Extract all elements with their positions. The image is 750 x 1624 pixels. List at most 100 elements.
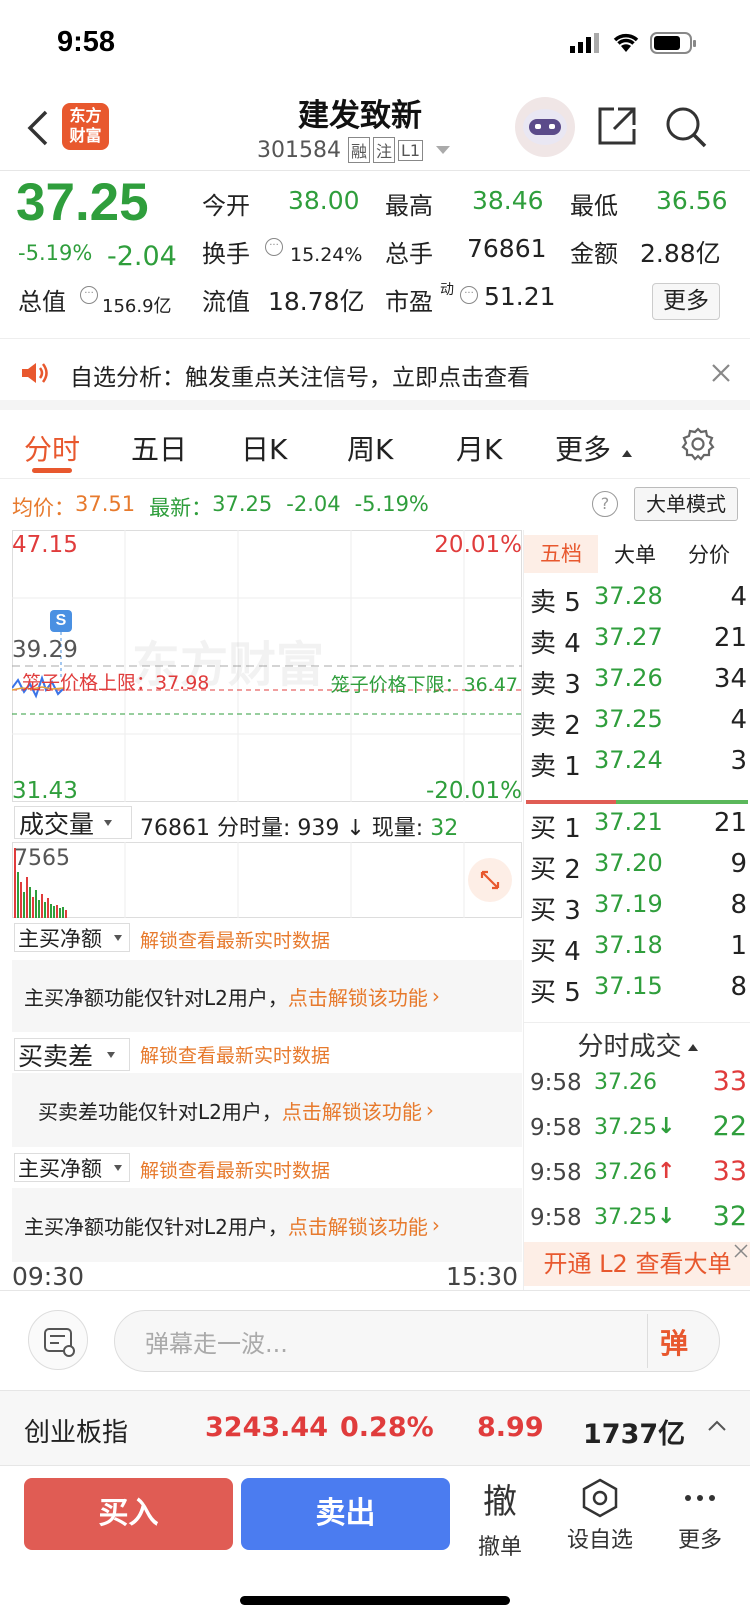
help-icon[interactable]: ? <box>592 491 618 517</box>
l2-banner[interactable]: 开通 L2 查看大单 <box>524 1242 750 1286</box>
divider <box>0 1290 750 1291</box>
float-label: 流值 <box>202 288 250 316</box>
add-watchlist-button[interactable]: 设自选 <box>560 1478 640 1554</box>
tab-month-k[interactable]: 月K <box>456 428 502 468</box>
panel-dropdown[interactable]: 主买净额 <box>14 1153 130 1182</box>
panel-message-box[interactable]: 主买净额功能仅针对L2用户， 点击解锁该功能 › <box>12 1188 522 1262</box>
s-marker[interactable]: S <box>50 610 72 632</box>
total-value: 156.9亿 <box>102 296 172 317</box>
info-icon[interactable]: ··· <box>460 286 478 304</box>
panel-dropdown[interactable]: 主买净额 <box>14 923 130 952</box>
expand-icon[interactable] <box>468 858 512 902</box>
l2-banner-close-icon[interactable] <box>732 1242 750 1260</box>
stock-title: 建发致新 <box>298 98 422 134</box>
trades-title[interactable]: 分时成交 <box>524 1026 750 1063</box>
big-order-mode-button[interactable]: 大单模式 <box>634 487 738 521</box>
back-icon[interactable] <box>22 108 52 148</box>
settings-gear-icon[interactable] <box>680 426 716 462</box>
buy-level-price: 37.20 <box>594 849 663 877</box>
danmu-input[interactable]: 弹幕走一波... <box>114 1310 720 1372</box>
trade-direction-icon: ↓ <box>657 1114 676 1139</box>
robot-avatar[interactable] <box>515 97 575 157</box>
trade-row: 9:58 37.25 ↓ 32 <box>524 1199 750 1239</box>
buy-level-row[interactable]: 买 3 37.19 8 <box>524 886 750 926</box>
trade-time: 9:58 <box>530 1160 582 1186</box>
watchlist-hexagon-icon <box>582 1478 618 1518</box>
tab-five-levels[interactable]: 五档 <box>524 535 598 573</box>
panel-unlock-hint[interactable]: 解锁查看最新实时数据 <box>140 926 330 953</box>
panel-unlock-hint[interactable]: 解锁查看最新实时数据 <box>140 1156 330 1183</box>
pe-value: 51.21 <box>484 282 556 311</box>
more-button[interactable]: 更多 <box>652 283 720 320</box>
danmu-placeholder: 弹幕走一波... <box>145 1329 288 1358</box>
trade-time: 9:58 <box>530 1205 582 1231</box>
buy-level-price: 37.15 <box>594 972 663 1000</box>
panel-unlock-link[interactable]: 点击解锁该功能 <box>282 1096 422 1125</box>
panel-dropdown-label: 买卖差 <box>18 1041 94 1071</box>
tab-price-breakdown[interactable]: 分价 <box>672 539 746 569</box>
tab-five-day[interactable]: 五日 <box>131 428 187 468</box>
sell-level-row[interactable]: 卖 3 37.26 34 <box>524 660 750 700</box>
last-price: 37.25 <box>16 173 149 232</box>
latest-value: 37.25 <box>212 492 273 516</box>
panel-message-box[interactable]: 买卖差功能仅针对L2用户， 点击解锁该功能 › <box>12 1073 522 1147</box>
logo-text-1: 东方 <box>69 106 102 125</box>
buy-level-row[interactable]: 买 5 37.15 8 <box>524 968 750 1008</box>
open-value: 38.00 <box>288 186 360 215</box>
sell-level-volume: 3 <box>730 746 747 776</box>
info-icon[interactable]: ··· <box>80 286 98 304</box>
sell-level-row[interactable]: 卖 2 37.25 4 <box>524 701 750 741</box>
chart-top-price: 47.15 <box>12 532 78 558</box>
divider <box>524 1022 750 1023</box>
buy-level-price: 37.19 <box>594 890 663 918</box>
buy-level-row[interactable]: 买 2 37.20 9 <box>524 845 750 885</box>
panel-unlock-hint[interactable]: 解锁查看最新实时数据 <box>140 1041 330 1068</box>
close-icon[interactable] <box>710 362 732 384</box>
change-amount: -2.04 <box>107 241 177 272</box>
index-amount: 1737亿 <box>583 1419 686 1450</box>
sell-level-volume: 4 <box>730 705 747 735</box>
home-indicator[interactable] <box>240 1596 510 1605</box>
intraday-chart[interactable]: S 东方财富 47.15 20.01% 39.29 笼子价格上限：37.98 笼… <box>12 530 522 804</box>
dropdown-arrow-icon[interactable] <box>436 146 451 154</box>
latest-pct: -5.19% <box>354 492 429 516</box>
trade-price: 37.25 <box>594 1205 657 1230</box>
tab-more[interactable]: 更多 <box>555 428 611 468</box>
volume-dropdown[interactable]: 成交量 <box>14 806 132 839</box>
danmu-send-label: 弹 <box>660 1327 689 1360</box>
buy-button-label: 买入 <box>98 1496 159 1531</box>
tab-fenshi[interactable]: 分时 <box>24 428 80 468</box>
share-icon[interactable] <box>596 105 638 147</box>
sell-button-label: 卖出 <box>315 1496 376 1531</box>
danmu-send-button[interactable]: 弹 <box>660 1322 688 1362</box>
sell-level-row[interactable]: 卖 4 37.27 21 <box>524 619 750 659</box>
tab-day-k[interactable]: 日K <box>241 428 287 468</box>
sell-level-label: 卖 5 <box>530 588 581 618</box>
buy-level-row[interactable]: 买 1 37.21 21 <box>524 804 750 844</box>
danmu-settings-icon[interactable] <box>28 1310 88 1370</box>
panel-message-box[interactable]: 主买净额功能仅针对L2用户， 点击解锁该功能 › <box>12 960 522 1032</box>
search-icon[interactable] <box>664 105 708 149</box>
panel-unlock-link[interactable]: 点击解锁该功能 <box>288 1211 428 1240</box>
notice-text[interactable]: 自选分析：触发重点关注信号，立即点击查看 <box>70 358 530 392</box>
more-label: 更多 <box>677 1528 722 1553</box>
caret-down-icon <box>114 934 122 941</box>
tab-week-k[interactable]: 周K <box>347 428 393 468</box>
chevron-up-icon[interactable] <box>706 1418 728 1434</box>
panel-dropdown[interactable]: 买卖差 <box>14 1038 130 1071</box>
signal-icon <box>570 32 604 54</box>
sell-button[interactable]: 卖出 <box>241 1478 450 1550</box>
buy-level-row[interactable]: 买 4 37.18 1 <box>524 927 750 967</box>
panel-dropdown-label: 主买净额 <box>18 1156 102 1181</box>
sell-level-row[interactable]: 卖 5 37.28 4 <box>524 578 750 618</box>
cancel-order-button[interactable]: 撤 撤单 <box>472 1474 528 1561</box>
tab-big-orders[interactable]: 大单 <box>598 539 672 569</box>
more-actions-button[interactable]: 更多 <box>670 1478 730 1554</box>
buy-button[interactable]: 买入 <box>24 1478 233 1550</box>
panel-unlock-link[interactable]: 点击解锁该功能 <box>288 982 428 1011</box>
divider <box>0 338 750 339</box>
info-icon[interactable]: ··· <box>265 238 283 256</box>
status-time: 9:58 <box>57 26 116 58</box>
l2-banner-text: 开通 L2 查看大单 <box>543 1250 732 1278</box>
sell-level-row[interactable]: 卖 1 37.24 3 <box>524 742 750 782</box>
